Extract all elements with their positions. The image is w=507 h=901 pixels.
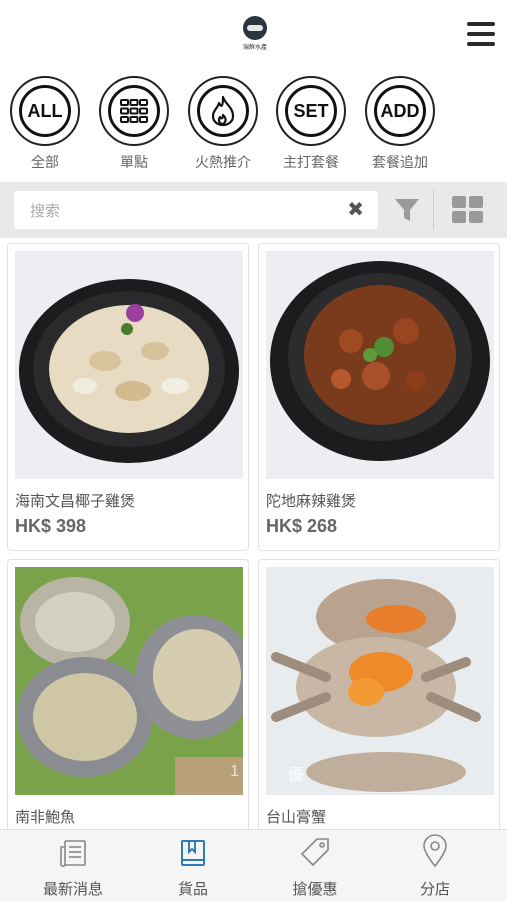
product-card[interactable]: 優 台山膏蟹 (258, 559, 500, 859)
category-bar: ALL 全部 單點 火熱推介 SET 主打套餐 ADD 套餐追加 (0, 76, 507, 180)
app-header: 瑞鮮水產 (0, 0, 507, 70)
category-label: 套餐追加 (372, 154, 428, 170)
tab-label: 搶優惠 (292, 881, 338, 898)
category-label: 火熱推介 (195, 154, 251, 170)
add-icon: ADD (365, 76, 435, 146)
tab-label: 最新消息 (42, 881, 103, 898)
product-price: HK$ 268 (266, 516, 338, 536)
all-icon: ALL (10, 76, 80, 146)
category-label: 單點 (120, 154, 148, 170)
category-add[interactable]: ADD 套餐追加 (363, 76, 437, 172)
hamburger-menu-icon[interactable] (467, 22, 495, 46)
product-name: 陀地麻辣雞煲 (266, 493, 357, 510)
product-name: 台山膏蟹 (266, 809, 327, 826)
set-icon: SET (276, 76, 346, 146)
logo-text: 瑞鮮水產 (242, 45, 267, 51)
search-box: ✖ (14, 191, 378, 231)
book-icon (130, 830, 256, 868)
category-set[interactable]: SET 主打套餐 (274, 76, 348, 172)
product-image (15, 251, 243, 479)
category-label: 全部 (31, 154, 59, 170)
location-pin-icon (372, 830, 498, 868)
product-name: 南非鮑魚 (15, 809, 76, 826)
bottom-tab-bar: 最新消息 貨品 搶優惠 分店 (0, 829, 507, 901)
search-input[interactable] (28, 191, 342, 231)
product-price: HK$ 398 (15, 516, 87, 536)
image-watermark: 優 (288, 767, 305, 784)
clear-icon[interactable]: ✖ (347, 200, 364, 220)
tab-products[interactable]: 貨品 (130, 830, 256, 901)
product-image: 優 (266, 567, 494, 795)
product-card[interactable]: 1 南非鮑魚 (7, 559, 249, 859)
tab-label: 分店 (419, 881, 450, 898)
tab-branches[interactable]: 分店 (372, 830, 498, 901)
brand-logo[interactable]: 瑞鮮水產 (240, 16, 270, 52)
grid-menu-icon (99, 76, 169, 146)
tag-icon (252, 830, 378, 868)
filter-icon[interactable] (393, 196, 421, 229)
category-label: 主打套餐 (283, 154, 339, 170)
tab-deals[interactable]: 搶優惠 (252, 830, 378, 901)
product-image: 1 (15, 567, 243, 795)
category-single[interactable]: 單點 (97, 76, 171, 172)
image-watermark: 1 (230, 763, 239, 780)
search-bar: ✖ (0, 182, 507, 238)
tab-news[interactable]: 最新消息 (10, 830, 136, 901)
tab-label: 貨品 (177, 881, 208, 898)
logo-mark-icon (243, 16, 267, 40)
flame-icon (188, 76, 258, 146)
category-all[interactable]: ALL 全部 (8, 76, 82, 172)
product-card[interactable]: 海南文昌椰子雞煲 HK$ 398 (7, 243, 249, 551)
product-image (266, 251, 494, 479)
category-hot[interactable]: 火熱推介 (186, 76, 260, 172)
grid-view-icon[interactable] (452, 196, 484, 224)
divider (433, 190, 434, 230)
product-name: 海南文昌椰子雞煲 (15, 493, 136, 510)
product-card[interactable]: 陀地麻辣雞煲 HK$ 268 (258, 243, 500, 551)
news-icon (10, 830, 136, 868)
